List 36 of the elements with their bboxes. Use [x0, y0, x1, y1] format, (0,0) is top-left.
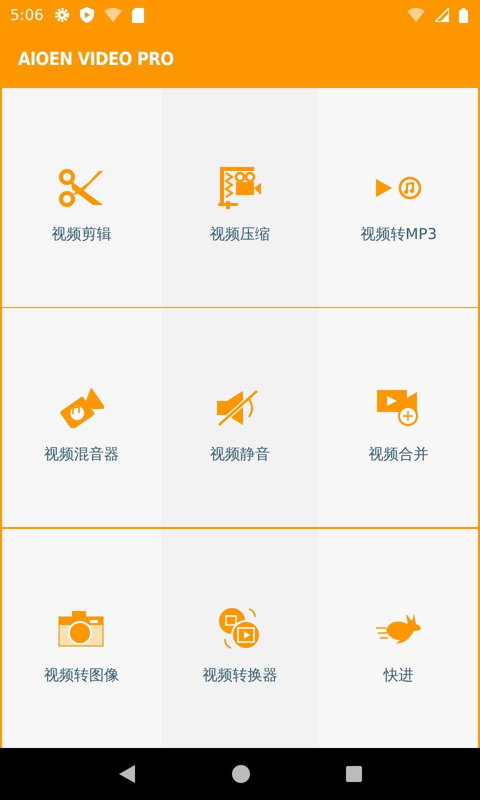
tool-label: 视频转换器 — [202, 666, 278, 685]
compressed-camera-icon — [218, 167, 262, 209]
tool-label: 快进 — [384, 666, 414, 685]
tool-label: 视频静音 — [210, 445, 270, 464]
scissors-icon — [59, 168, 104, 208]
video-add-icon — [376, 388, 421, 428]
music-camera-icon — [58, 388, 104, 428]
tool-tile[interactable]: 视频转换器 — [160, 528, 320, 748]
rabbit-icon — [376, 612, 422, 646]
shield-icon — [80, 7, 94, 23]
tool-tile[interactable]: 视频转图像 — [2, 528, 161, 748]
tool-tile[interactable]: 视频混音器 — [2, 308, 161, 528]
tool-tile[interactable]: 视频转MP3 — [319, 88, 478, 307]
tool-tile[interactable]: 视频合并 — [319, 308, 478, 528]
back-icon[interactable] — [118, 765, 136, 783]
wifi-icon — [104, 8, 122, 22]
play-music-icon — [376, 176, 422, 200]
tool-label: 视频压缩 — [210, 225, 270, 244]
tool-tile[interactable]: 视频压缩 — [160, 88, 320, 307]
tool-label: 视频剪辑 — [51, 225, 112, 244]
tool-label: 视频混音器 — [44, 445, 119, 464]
tool-label: 视频转MP3 — [360, 225, 437, 244]
clock: 5:06 — [10, 6, 44, 24]
app-title: AIOEN VIDEO PRO — [18, 48, 174, 70]
tool-label: 视频转图像 — [44, 666, 119, 685]
camera-icon — [58, 610, 104, 647]
settings-icon — [54, 7, 70, 23]
home-icon[interactable] — [232, 765, 250, 783]
tool-label: 视频合并 — [368, 445, 429, 464]
tool-tile[interactable]: 视频静音 — [160, 308, 320, 528]
wifi-icon — [407, 8, 425, 22]
battery-icon — [459, 8, 468, 22]
tool-tile[interactable]: 视频剪辑 — [2, 88, 161, 307]
tool-tile[interactable]: 快进 — [319, 528, 478, 748]
sd-card-icon — [132, 8, 144, 22]
signal-icon — [435, 8, 449, 22]
